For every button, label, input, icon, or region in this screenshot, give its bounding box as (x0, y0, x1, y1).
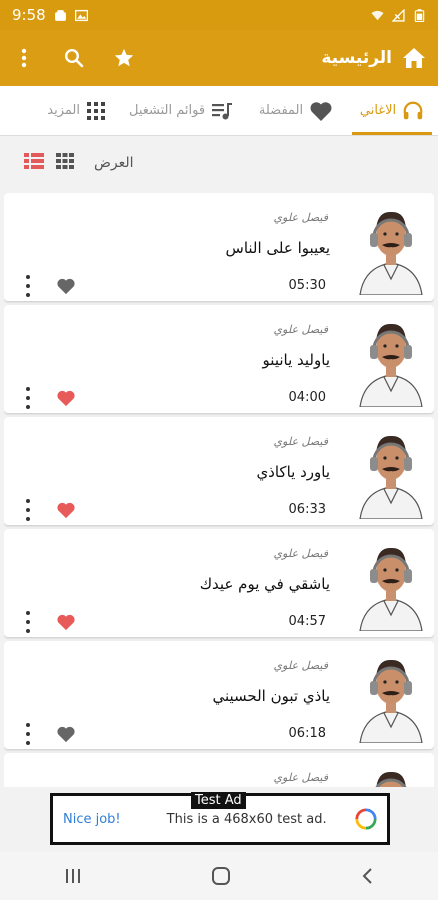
tab-more-label: المزيد (47, 103, 80, 118)
song-duration: 04:57 (288, 614, 326, 629)
grid-icon (87, 101, 105, 120)
overflow-menu-button[interactable] (12, 46, 36, 70)
song-title: ياشقي في يوم عيدك (199, 575, 330, 593)
artist-photo (354, 425, 428, 519)
song-title: ياوليد يانينو (262, 351, 330, 369)
tab-playlists-label: قوائم التشغيل (128, 103, 206, 118)
song-more-button[interactable] (22, 387, 34, 409)
song-card[interactable]: فيصل علوي ياوليد يانينو 04:00 (4, 305, 434, 413)
tab-songs-label: الاغاني (359, 103, 397, 118)
ad-badge: Test Ad (191, 792, 246, 809)
playlist-icon (212, 102, 233, 119)
artist-photo (354, 313, 428, 407)
song-title: ياذي تبون الحسيني (212, 687, 330, 705)
favorites-star-button[interactable] (112, 46, 136, 70)
song-artist: فيصل علوي (273, 659, 328, 672)
song-card[interactable]: فيصل علوي يعيبوا على الناس 05:30 (4, 193, 434, 301)
page-title: الرئيسية (321, 48, 392, 68)
song-card[interactable]: فيصل علوي ياشقي في يوم عيدك 04:57 (4, 529, 434, 637)
grid-view-icon (56, 153, 74, 169)
signal-icon (392, 8, 405, 22)
song-duration: 05:30 (288, 278, 326, 293)
song-title: ياورد ياكاذي (256, 463, 330, 481)
tab-favorites[interactable]: المفضلة (246, 86, 346, 135)
song-more-button[interactable] (22, 611, 34, 633)
song-artist: فيصل علوي (273, 547, 328, 560)
home-icon (403, 48, 425, 68)
tab-playlists[interactable]: قوائم التشغيل (116, 86, 246, 135)
song-artist: فيصل علوي (273, 771, 328, 784)
recent-apps-icon[interactable] (64, 868, 82, 884)
headphones-icon (403, 101, 423, 119)
view-toggle-bar: العرض (0, 137, 438, 189)
song-duration: 04:00 (288, 390, 326, 405)
favorite-heart-icon[interactable] (56, 725, 76, 743)
song-card[interactable]: فيصل علوي (4, 753, 434, 787)
search-button[interactable] (62, 46, 86, 70)
tab-favorites-label: المفضلة (258, 103, 304, 118)
more-vert-icon (21, 48, 27, 68)
tab-songs[interactable]: الاغاني (346, 86, 438, 135)
artist-photo (354, 761, 428, 787)
song-artist: فيصل علوي (273, 435, 328, 448)
artist-photo (354, 649, 428, 743)
song-more-button[interactable] (22, 275, 34, 297)
home-button[interactable] (402, 46, 426, 70)
status-time: 9:58 (12, 6, 46, 24)
song-more-button[interactable] (22, 499, 34, 521)
view-label: العرض (94, 155, 134, 171)
status-bar: 9:58 (0, 0, 438, 30)
wifi-icon (371, 10, 384, 20)
artist-photo (354, 201, 428, 295)
app-bar: الرئيسية (0, 30, 438, 86)
ad-banner[interactable]: Test Ad Nice job! This is a 468x60 test … (50, 792, 390, 845)
favorite-heart-icon[interactable] (56, 613, 76, 631)
image-icon (74, 9, 88, 21)
song-duration: 06:18 (288, 726, 326, 741)
heart-icon (310, 101, 332, 121)
list-view-button[interactable] (24, 153, 44, 173)
notification-icon (54, 9, 66, 21)
list-view-icon (24, 153, 44, 169)
song-card[interactable]: فيصل علوي ياذي تبون الحسيني 06:18 (4, 641, 434, 749)
song-duration: 06:33 (288, 502, 326, 517)
tab-more[interactable]: المزيد (0, 86, 116, 135)
ad-cta[interactable]: Nice job! (63, 812, 121, 827)
ad-text: This is a 468x60 test ad. (166, 811, 327, 827)
star-icon (114, 48, 134, 67)
system-nav-bar (0, 852, 438, 900)
home-nav-icon[interactable] (211, 866, 231, 886)
song-list: فيصل علوي يعيبوا على الناس 05:30 فيصل عل… (4, 193, 434, 787)
search-icon (64, 48, 84, 68)
song-card[interactable]: فيصل علوي ياورد ياكاذي 06:33 (4, 417, 434, 525)
song-title: يعيبوا على الناس (225, 239, 330, 257)
song-artist: فيصل علوي (273, 323, 328, 336)
favorite-heart-icon[interactable] (56, 277, 76, 295)
favorite-heart-icon[interactable] (56, 389, 76, 407)
battery-icon (414, 8, 425, 22)
song-more-button[interactable] (22, 723, 34, 745)
ad-logo-icon (355, 808, 377, 830)
tab-bar: الاغاني المفضلة قوائم التشغيل المزيد (0, 86, 438, 136)
favorite-heart-icon[interactable] (56, 501, 76, 519)
song-artist: فيصل علوي (273, 211, 328, 224)
back-icon[interactable] (360, 867, 374, 885)
grid-view-button[interactable] (56, 153, 74, 173)
artist-photo (354, 537, 428, 631)
